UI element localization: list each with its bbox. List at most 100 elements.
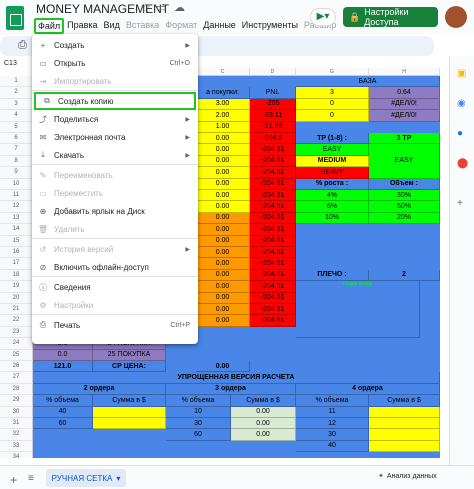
entry-order-chart[interactable]: Ордер входа <box>296 281 420 339</box>
menu-item-share[interactable]: ⤴ Поделиться ▶ <box>32 110 198 128</box>
o2-pct[interactable]: 60 <box>33 418 93 430</box>
row-header[interactable]: 10 <box>0 178 33 190</box>
orders-4-title[interactable]: 4 ордера <box>296 383 440 396</box>
cell-d[interactable]: -204.61 <box>250 155 296 168</box>
cell-d[interactable]: -204.61 <box>250 315 296 327</box>
o4-sum[interactable] <box>369 418 440 430</box>
avg-price-value[interactable]: 0.00 <box>196 361 250 373</box>
menu-item-delete[interactable]: 🗑 Удалить <box>32 220 198 238</box>
menu-item-move[interactable]: ▭ Переместить <box>32 184 198 202</box>
header-pnl[interactable]: PNL <box>250 87 296 99</box>
cell-d[interactable]: -204.61 <box>250 144 296 156</box>
calendar-icon[interactable]: ▣ <box>457 68 466 79</box>
cell-c[interactable]: 0.00 <box>196 167 250 179</box>
row-header[interactable]: 9 <box>0 167 33 179</box>
meet-button[interactable]: ▶▾ <box>310 8 336 26</box>
cell-c[interactable]: 0.00 <box>196 144 250 156</box>
o4-pct[interactable]: 40 <box>296 440 369 453</box>
cell-c[interactable]: 0.00 <box>196 258 250 270</box>
row-header[interactable]: 1 <box>0 76 33 88</box>
menu-item-add-shortcut[interactable]: ⊕ Добавить ярлык на Диск <box>32 202 198 220</box>
o4-pct[interactable]: 11 <box>296 406 369 418</box>
cell-c[interactable]: 1.00 <box>196 121 250 133</box>
menu-item-details[interactable]: ⓘ Сведения <box>32 278 198 296</box>
cell-d[interactable]: -204.61 <box>250 167 296 179</box>
row-header[interactable]: 6 <box>0 133 33 145</box>
tp-label[interactable]: TP (1-8) : <box>296 133 369 145</box>
buy-amount[interactable]: 0.0 <box>33 349 93 361</box>
cell-c[interactable]: 0.00 <box>196 304 250 316</box>
menu-view[interactable]: Вид <box>101 18 123 34</box>
menu-edit[interactable]: Правка <box>64 18 100 34</box>
cell-d[interactable]: -204.6 <box>250 133 296 145</box>
row-header[interactable]: 30 <box>0 406 33 418</box>
pct-obema-header[interactable]: % объема <box>166 395 231 407</box>
cell-g[interactable]: 3 <box>296 87 369 99</box>
o3-sum[interactable]: 0.00 <box>231 418 296 430</box>
o3-sum[interactable]: 0.00 <box>231 429 296 441</box>
sheet-tab[interactable]: РУЧНАЯ СЕТКА ▾ <box>46 469 126 487</box>
header-pokupki[interactable]: а покупки: <box>196 87 250 99</box>
row-header[interactable]: 7 <box>0 144 33 156</box>
cell-c[interactable]: 0.00 <box>196 292 250 304</box>
row-header[interactable]: 22 <box>0 315 33 327</box>
print-icon[interactable]: ⎙ <box>18 39 27 52</box>
cell-d[interactable]: -204.61 <box>250 212 296 225</box>
summa-header[interactable]: Сумма в $ <box>93 395 166 407</box>
row-header[interactable]: 12 <box>0 201 33 213</box>
menu-data[interactable]: Данные <box>200 18 239 34</box>
menu-item-import[interactable]: ⇥ Импортировать <box>32 72 198 90</box>
o4-pct[interactable]: 12 <box>296 418 369 430</box>
cell-d[interactable]: -21.66 <box>250 121 296 133</box>
o2-pct[interactable]: 40 <box>33 406 93 418</box>
row-header[interactable]: 18 <box>0 269 33 282</box>
rost-value[interactable]: 6% <box>296 201 369 213</box>
rost-value[interactable]: 10% <box>296 212 369 225</box>
star-icon[interactable]: ☆ <box>140 1 151 15</box>
row-header[interactable]: 11 <box>0 190 33 202</box>
row-header[interactable]: 29 <box>0 395 33 407</box>
row-header[interactable]: 3 <box>0 98 33 111</box>
row-header[interactable]: 21 <box>0 304 33 316</box>
row-header[interactable]: 17 <box>0 258 33 270</box>
menu-insert[interactable]: Вставка <box>123 18 162 34</box>
all-sheets-icon[interactable]: ≡ <box>28 473 34 484</box>
obem-label[interactable]: Объем : <box>369 178 440 190</box>
cell-d[interactable]: -204.61 <box>250 235 296 247</box>
o4-pct[interactable]: 30 <box>296 429 369 441</box>
menu-item-download[interactable]: ⤓ Скачать ▶ <box>32 146 198 164</box>
row-header[interactable]: 24 <box>0 338 33 350</box>
contacts-icon[interactable]: ● <box>457 128 463 139</box>
cell-c[interactable]: 0.00 <box>196 133 250 145</box>
cell-d[interactable]: -204.61 <box>250 178 296 190</box>
obem-value[interactable]: 50% <box>369 201 440 213</box>
cell-c[interactable]: 0.00 <box>196 190 250 202</box>
row-header[interactable]: 16 <box>0 247 33 259</box>
row-header[interactable]: 20 <box>0 292 33 304</box>
menu-format[interactable]: Формат <box>162 18 200 34</box>
cell-h[interactable]: #ДЕЛ/0! <box>369 98 440 111</box>
cell-d[interactable]: -204.61 <box>250 304 296 316</box>
row-header[interactable]: 4 <box>0 110 33 122</box>
menu-item-settings[interactable]: ⚙ Настройки <box>32 296 198 314</box>
total-value[interactable]: 121.0 <box>33 361 93 373</box>
o3-pct[interactable]: 10 <box>166 406 231 418</box>
row-header[interactable]: 26 <box>0 361 33 373</box>
tp-value[interactable]: 3 TP <box>369 133 440 145</box>
cell-d[interactable]: -204.61 <box>250 201 296 213</box>
menu-tools[interactable]: Инструменты <box>239 18 301 34</box>
o2-sum[interactable] <box>93 418 166 430</box>
avatar[interactable] <box>445 6 467 28</box>
summa-header[interactable]: Сумма в $ <box>369 395 440 407</box>
cell-c[interactable]: 0.00 <box>196 315 250 327</box>
move-folder-icon[interactable]: ▭ <box>156 1 166 14</box>
o4-sum[interactable] <box>369 429 440 441</box>
row-header[interactable]: 19 <box>0 281 33 293</box>
add-sheet-icon[interactable]: + <box>10 473 17 487</box>
rost-value[interactable]: 4% <box>296 190 369 202</box>
pct-obema-header[interactable]: % объема <box>33 395 93 407</box>
maps-icon[interactable]: ⬤ <box>457 158 468 169</box>
cell-c[interactable]: 2.00 <box>196 110 250 122</box>
cell-d[interactable]: -204.61 <box>250 258 296 270</box>
menu-item-email[interactable]: ✉ Электронная почта ▶ <box>32 128 198 146</box>
